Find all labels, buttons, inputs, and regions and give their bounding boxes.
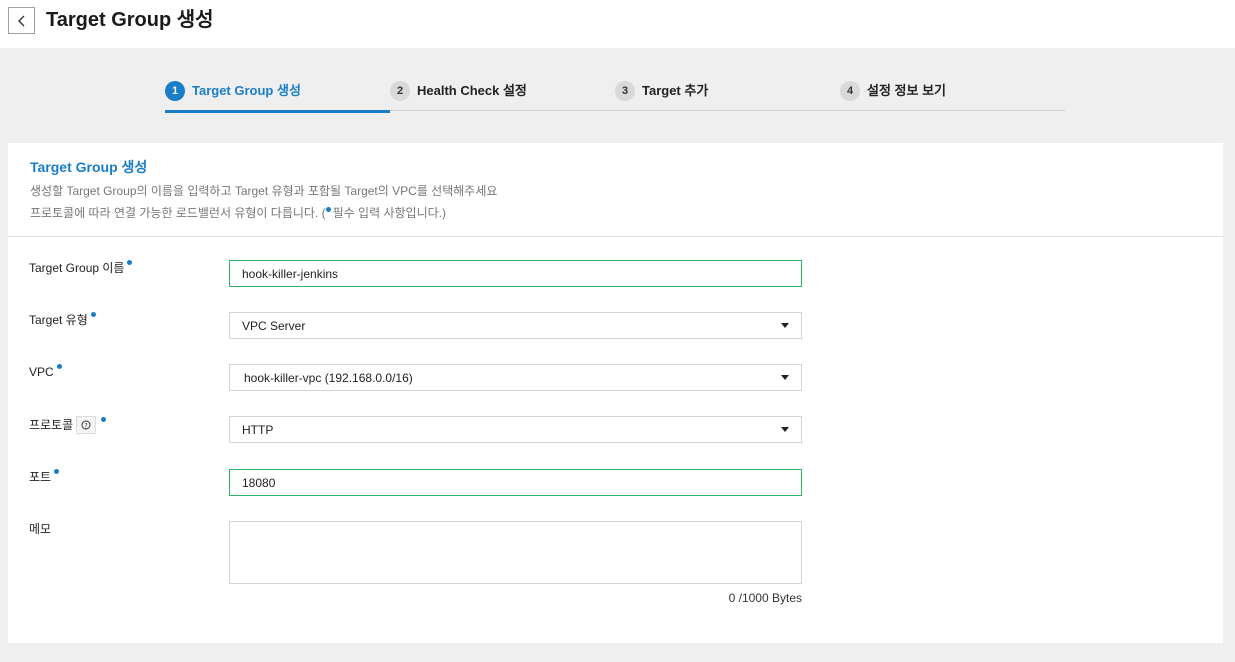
- required-dot-icon: [101, 417, 107, 422]
- form-card: Target Group 생성 생성할 Target Group의 이름을 입력…: [8, 143, 1223, 643]
- name-label-text: Target Group 이름: [29, 261, 125, 275]
- select-value: VPC Server: [242, 318, 306, 333]
- type-label-text: Target 유형: [29, 313, 88, 327]
- type-label: Target 유형: [29, 312, 96, 328]
- step-4[interactable]: 4 설정 정보 보기: [840, 78, 1065, 111]
- port-input[interactable]: 18080: [229, 469, 802, 496]
- back-button[interactable]: [8, 7, 35, 34]
- card-required-note: 프로토콜에 따라 연결 가능한 로드밸런서 유형이 다릅니다. ( 필수 입력 사…: [30, 202, 1223, 224]
- card-header: Target Group 생성 생성할 Target Group의 이름을 입력…: [8, 143, 1223, 237]
- memo-textarea[interactable]: [229, 521, 802, 584]
- memo-byte-counter: 0 /1000 Bytes: [728, 591, 802, 605]
- question-circle-icon[interactable]: ?: [76, 416, 97, 434]
- input-value: hook-killer-jenkins: [242, 266, 339, 281]
- protocol-label-text: 프로토콜: [29, 418, 74, 432]
- card-title: Target Group 생성: [30, 159, 148, 175]
- step-3[interactable]: 3 Target 추가: [615, 78, 840, 111]
- target-group-name-input[interactable]: hook-killer-jenkins: [229, 260, 802, 287]
- select-value: HTTP: [242, 422, 274, 437]
- target-type-select[interactable]: VPC Server: [229, 312, 802, 339]
- required-dot-icon: [56, 364, 62, 369]
- note-text: 프로토콜에 따라 연결 가능한 로드밸런서 유형이 다릅니다. (: [30, 206, 326, 220]
- step-label: Target Group 생성: [192, 83, 301, 98]
- step-1[interactable]: 1 Target Group 생성: [165, 78, 390, 113]
- step-label: 설정 정보 보기: [867, 83, 946, 98]
- step-number: 3: [615, 81, 635, 101]
- memo-label: 메모: [29, 521, 51, 537]
- chevron-left-icon: [17, 15, 24, 26]
- input-value: 18080: [242, 475, 276, 490]
- note-text: 필수 입력 사항입니다.): [332, 206, 446, 220]
- name-label: Target Group 이름: [29, 260, 133, 276]
- caret-down-icon: [781, 427, 789, 432]
- step-label: Health Check 설정: [417, 83, 527, 98]
- step-label: Target 추가: [642, 83, 709, 98]
- vpc-select[interactable]: hook-killer-vpc (192.168.0.0/16): [229, 364, 802, 391]
- required-dot-icon: [54, 469, 60, 474]
- vpc-label-text: VPC: [29, 365, 54, 379]
- vpc-label: VPC: [29, 364, 62, 380]
- caret-down-icon: [781, 375, 789, 380]
- step-2[interactable]: 2 Health Check 설정: [390, 78, 615, 111]
- svg-text:?: ?: [84, 421, 87, 429]
- stepper: 1 Target Group 생성 2 Health Check 설정 3 Ta…: [165, 78, 1065, 113]
- port-label-text: 포트: [29, 470, 52, 484]
- caret-down-icon: [781, 323, 789, 328]
- top-bar: Target Group 생성: [0, 0, 1235, 48]
- memo-label-text: 메모: [29, 522, 52, 536]
- card-description: 생성할 Target Group의 이름을 입력하고 Target 유형과 포함…: [30, 184, 498, 198]
- protocol-label: 프로토콜 ?: [29, 416, 107, 434]
- step-number: 2: [390, 81, 410, 101]
- required-dot-icon: [325, 207, 331, 212]
- step-number: 4: [840, 81, 860, 101]
- page-title: Target Group 생성: [46, 9, 214, 31]
- required-dot-icon: [127, 260, 133, 265]
- step-number: 1: [165, 81, 185, 101]
- required-dot-icon: [90, 312, 96, 317]
- port-label: 포트: [29, 469, 60, 485]
- select-value: hook-killer-vpc (192.168.0.0/16): [244, 370, 413, 385]
- protocol-select[interactable]: HTTP: [229, 416, 802, 443]
